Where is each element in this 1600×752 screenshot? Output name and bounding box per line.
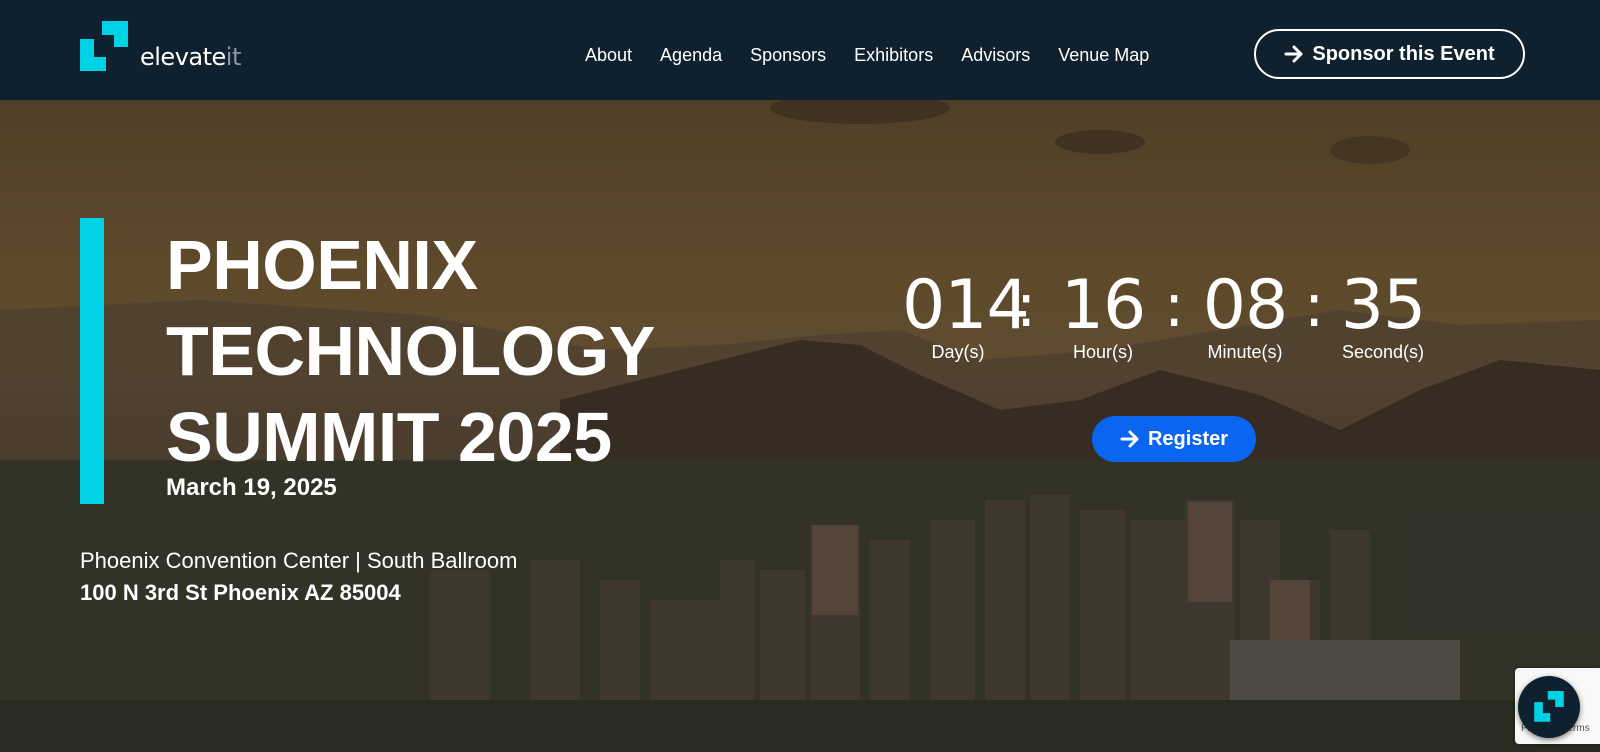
event-date: March 19, 2025 [166, 474, 337, 501]
countdown-minutes: 08 Minute(s) [1190, 272, 1300, 363]
register-label: Register [1147, 427, 1229, 450]
nav-about[interactable]: About [585, 45, 632, 66]
countdown-hours-label: Hour(s) [1072, 342, 1133, 362]
countdown-seconds-value: 35 [1340, 266, 1427, 345]
countdown-minutes-value: 08 [1202, 266, 1289, 345]
arrow-right-icon [1120, 430, 1139, 448]
countdown-separator: : [1016, 271, 1037, 341]
elevateit-chat-icon [1534, 691, 1564, 722]
nav-sponsors[interactable]: Sponsors [750, 45, 826, 66]
countdown-days-value: 014 [902, 266, 1030, 345]
site-header: elevateit About Agenda Sponsors Exhibito… [0, 0, 1600, 100]
chat-widget-button[interactable] [1518, 676, 1580, 738]
event-title-line-3: SUMMIT 2025 [166, 398, 612, 476]
countdown-seconds-label: Second(s) [1341, 342, 1425, 362]
event-title-line-2: TECHNOLOGY [166, 312, 655, 390]
logo[interactable]: elevateit [80, 21, 241, 73]
countdown-minutes-label: Minute(s) [1207, 342, 1283, 362]
nav-advisors[interactable]: Advisors [961, 45, 1030, 66]
countdown-days-label: Day(s) [931, 342, 985, 362]
title-accent-bar [80, 218, 104, 504]
elevateit-logo-icon [80, 21, 128, 71]
register-button[interactable]: Register [1092, 416, 1256, 462]
nav-agenda[interactable]: Agenda [660, 45, 722, 66]
countdown-separator: : [1164, 271, 1185, 341]
countdown-timer: 014 Day(s) : 16 Hour(s) : 08 Minute(s) :… [900, 272, 1440, 372]
arrow-right-icon [1284, 45, 1303, 63]
event-title: PHOENIX TECHNOLOGY SUMMIT 2025 [166, 222, 726, 480]
event-venue: Phoenix Convention Center | South Ballro… [80, 548, 518, 573]
countdown-separator: : [1304, 271, 1325, 341]
nav-venue-map[interactable]: Venue Map [1058, 45, 1149, 66]
countdown-hours-value: 16 [1060, 266, 1147, 345]
logo-text: elevateit [140, 43, 241, 71]
event-address: 100 N 3rd St Phoenix AZ 85004 [80, 580, 401, 605]
nav-exhibitors[interactable]: Exhibitors [854, 45, 933, 66]
sponsor-event-button[interactable]: Sponsor this Event [1254, 29, 1525, 79]
countdown-hours: 16 Hour(s) [1058, 272, 1148, 363]
event-title-line-1: PHOENIX [166, 226, 478, 304]
main-nav: About Agenda Sponsors Exhibitors Advisor… [585, 45, 1149, 66]
countdown-seconds: 35 Second(s) [1328, 272, 1438, 363]
countdown-days: 014 Day(s) [902, 266, 1030, 363]
sponsor-event-label: Sponsor this Event [1312, 42, 1495, 65]
